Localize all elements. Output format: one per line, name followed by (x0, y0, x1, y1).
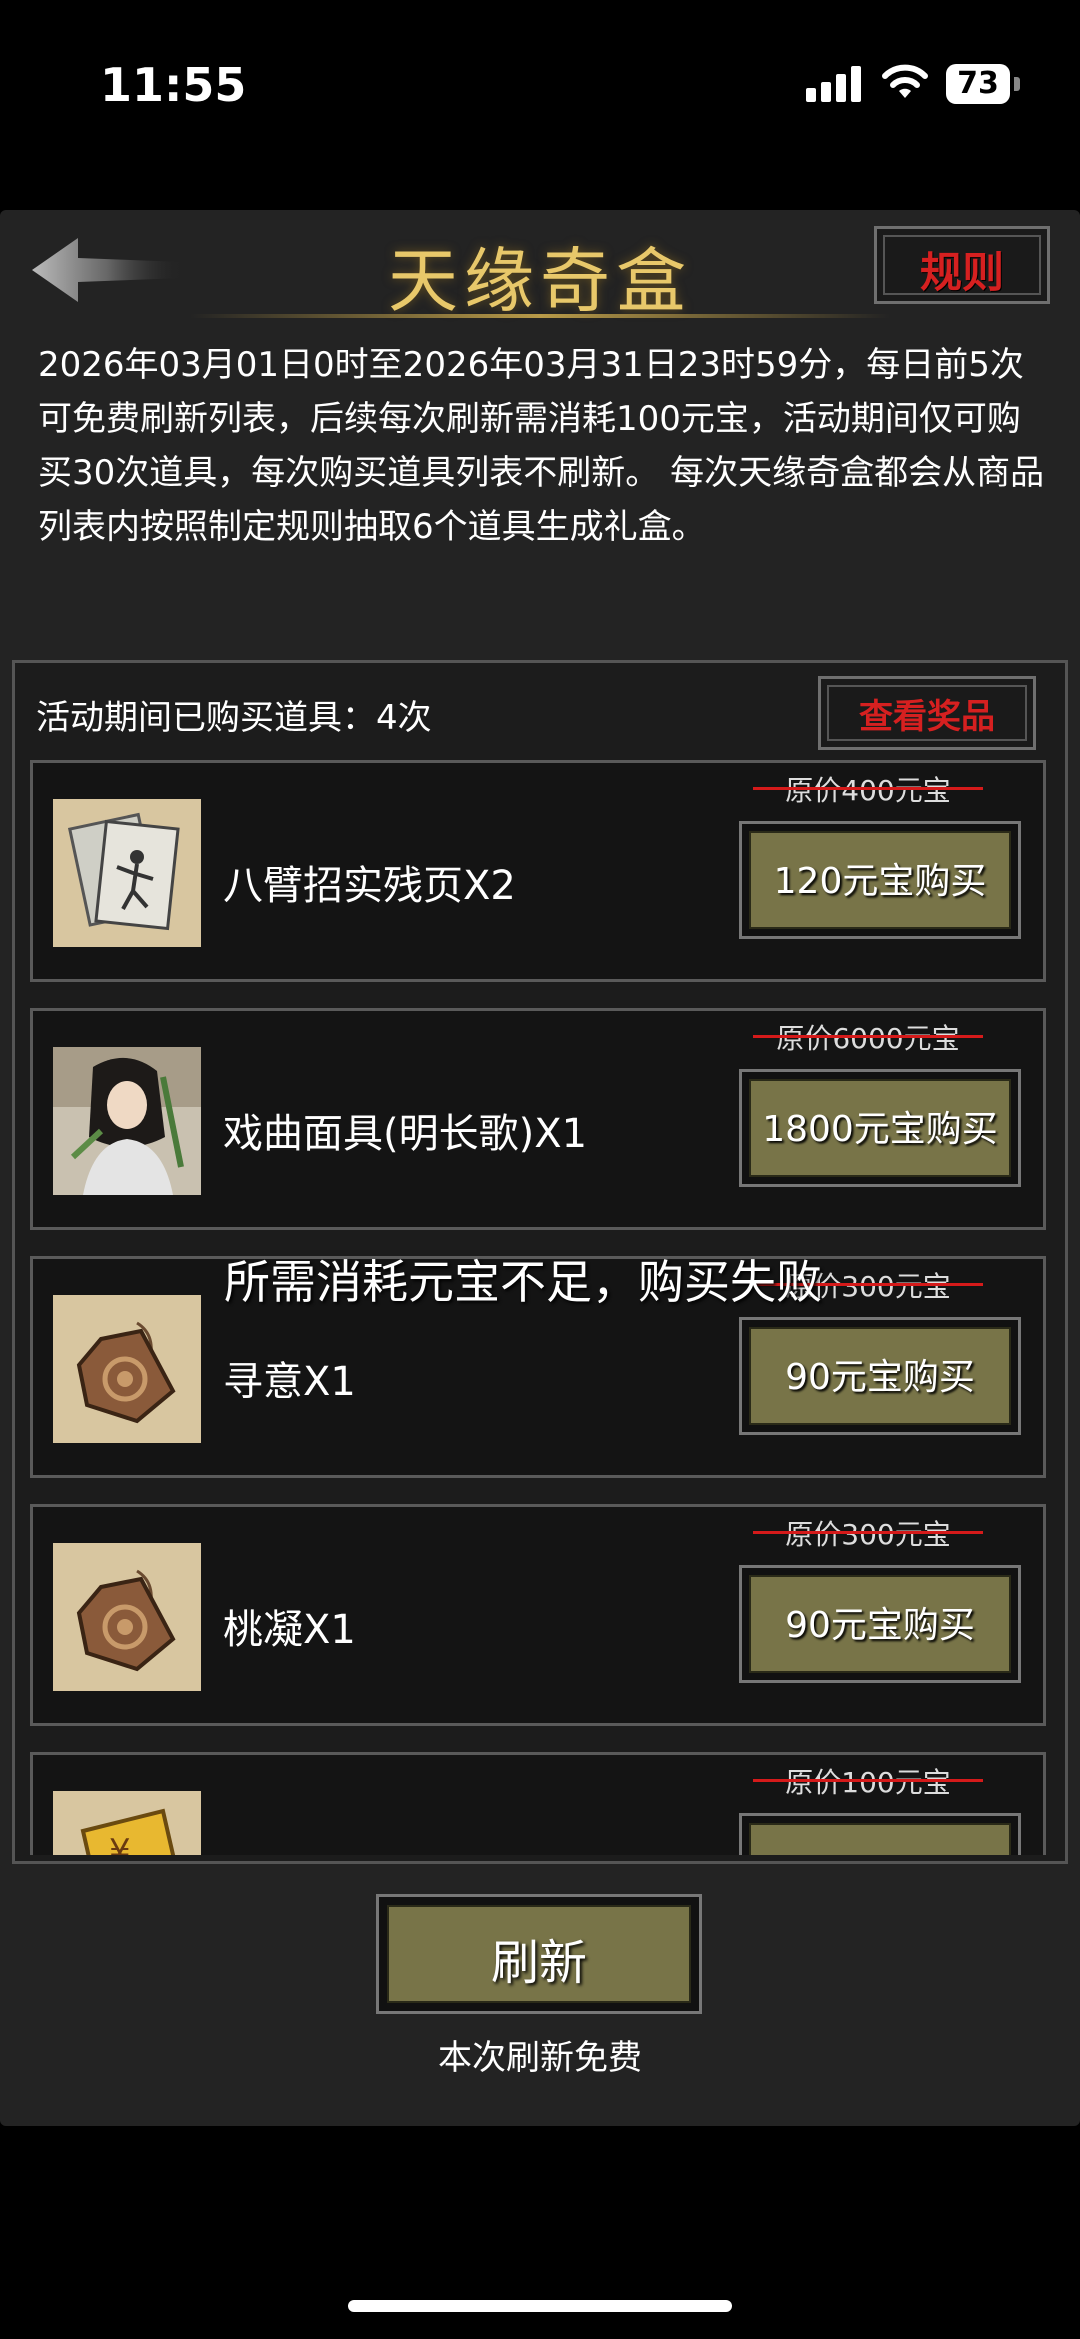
refresh-note: 本次刷新免费 (438, 2038, 642, 2078)
token-pendant-icon (53, 1295, 201, 1443)
buy-button[interactable]: 1800元宝购买 (739, 1069, 1021, 1187)
token-pendant-icon (53, 1543, 201, 1691)
battery-icon: 73 (946, 64, 1022, 104)
rules-button[interactable]: 规则 (874, 226, 1050, 304)
original-price: 原价400元宝 (753, 769, 983, 809)
buy-label: 90元宝购买 (785, 1605, 975, 1646)
buy-button[interactable]: 120元宝购买 (739, 821, 1021, 939)
purchase-count: 活动期间已购买道具：4次 (36, 698, 432, 738)
character-portrait-icon (53, 1047, 201, 1195)
buy-label: 1800元宝购买 (762, 1109, 998, 1150)
buy-button[interactable]: 90元宝购买 (739, 1317, 1021, 1435)
rules-label: 规则 (919, 248, 1004, 297)
wifi-icon (882, 64, 928, 98)
view-prizes-button[interactable]: 查看奖品 (818, 676, 1036, 750)
signal-icon (806, 66, 866, 102)
gold-ticket-icon: ¥ (53, 1791, 201, 1855)
battery-level: 73 (946, 64, 1010, 104)
list-item: 桃凝X1 原价300元宝 90元宝购买 (30, 1504, 1046, 1726)
original-price: 原价100元宝 (753, 1761, 983, 1801)
refresh-label: 刷新 (490, 1935, 587, 1991)
buy-label: 120元宝购买 (773, 861, 987, 902)
item-name: 戏曲面具(明长歌)X1 (223, 1111, 588, 1157)
title-divider (190, 314, 890, 318)
event-description: 2026年03月01日0时至2026年03月31日23时59分，每日前5次可免费… (38, 345, 1045, 547)
error-toast: 所需消耗元宝不足，购买失败 (224, 1255, 822, 1309)
clock: 11:55 (100, 58, 247, 112)
item-name: 八臂招实残页X2 (223, 863, 516, 909)
item-name: 桃凝X1 (223, 1607, 356, 1653)
svg-text:¥: ¥ (109, 1832, 131, 1855)
view-prizes-label: 查看奖品 (859, 697, 995, 737)
list-item: ¥ 原价100元宝 (30, 1752, 1046, 1855)
page-title: 天缘奇盒 (388, 240, 692, 322)
scroll-pages-icon (53, 799, 201, 947)
refresh-button[interactable]: 刷新 (376, 1894, 702, 2014)
status-bar: 11:55 73 (0, 0, 1080, 170)
list-item: 戏曲面具(明长歌)X1 原价6000元宝 1800元宝购买 (30, 1008, 1046, 1230)
list-item: 八臂招实残页X2 原价400元宝 120元宝购买 (30, 760, 1046, 982)
item-name: 寻意X1 (223, 1359, 356, 1405)
buy-label: 90元宝购买 (785, 1357, 975, 1398)
original-price: 原价300元宝 (753, 1513, 983, 1553)
event-panel: 天缘奇盒 规则 2026年03月01日0时至2026年03月31日23时59分，… (0, 210, 1080, 2126)
home-indicator[interactable] (348, 2300, 732, 2312)
buy-button[interactable]: 90元宝购买 (739, 1565, 1021, 1683)
original-price: 原价6000元宝 (753, 1017, 983, 1057)
buy-button[interactable] (739, 1813, 1021, 1855)
back-arrow-icon[interactable] (28, 230, 188, 310)
